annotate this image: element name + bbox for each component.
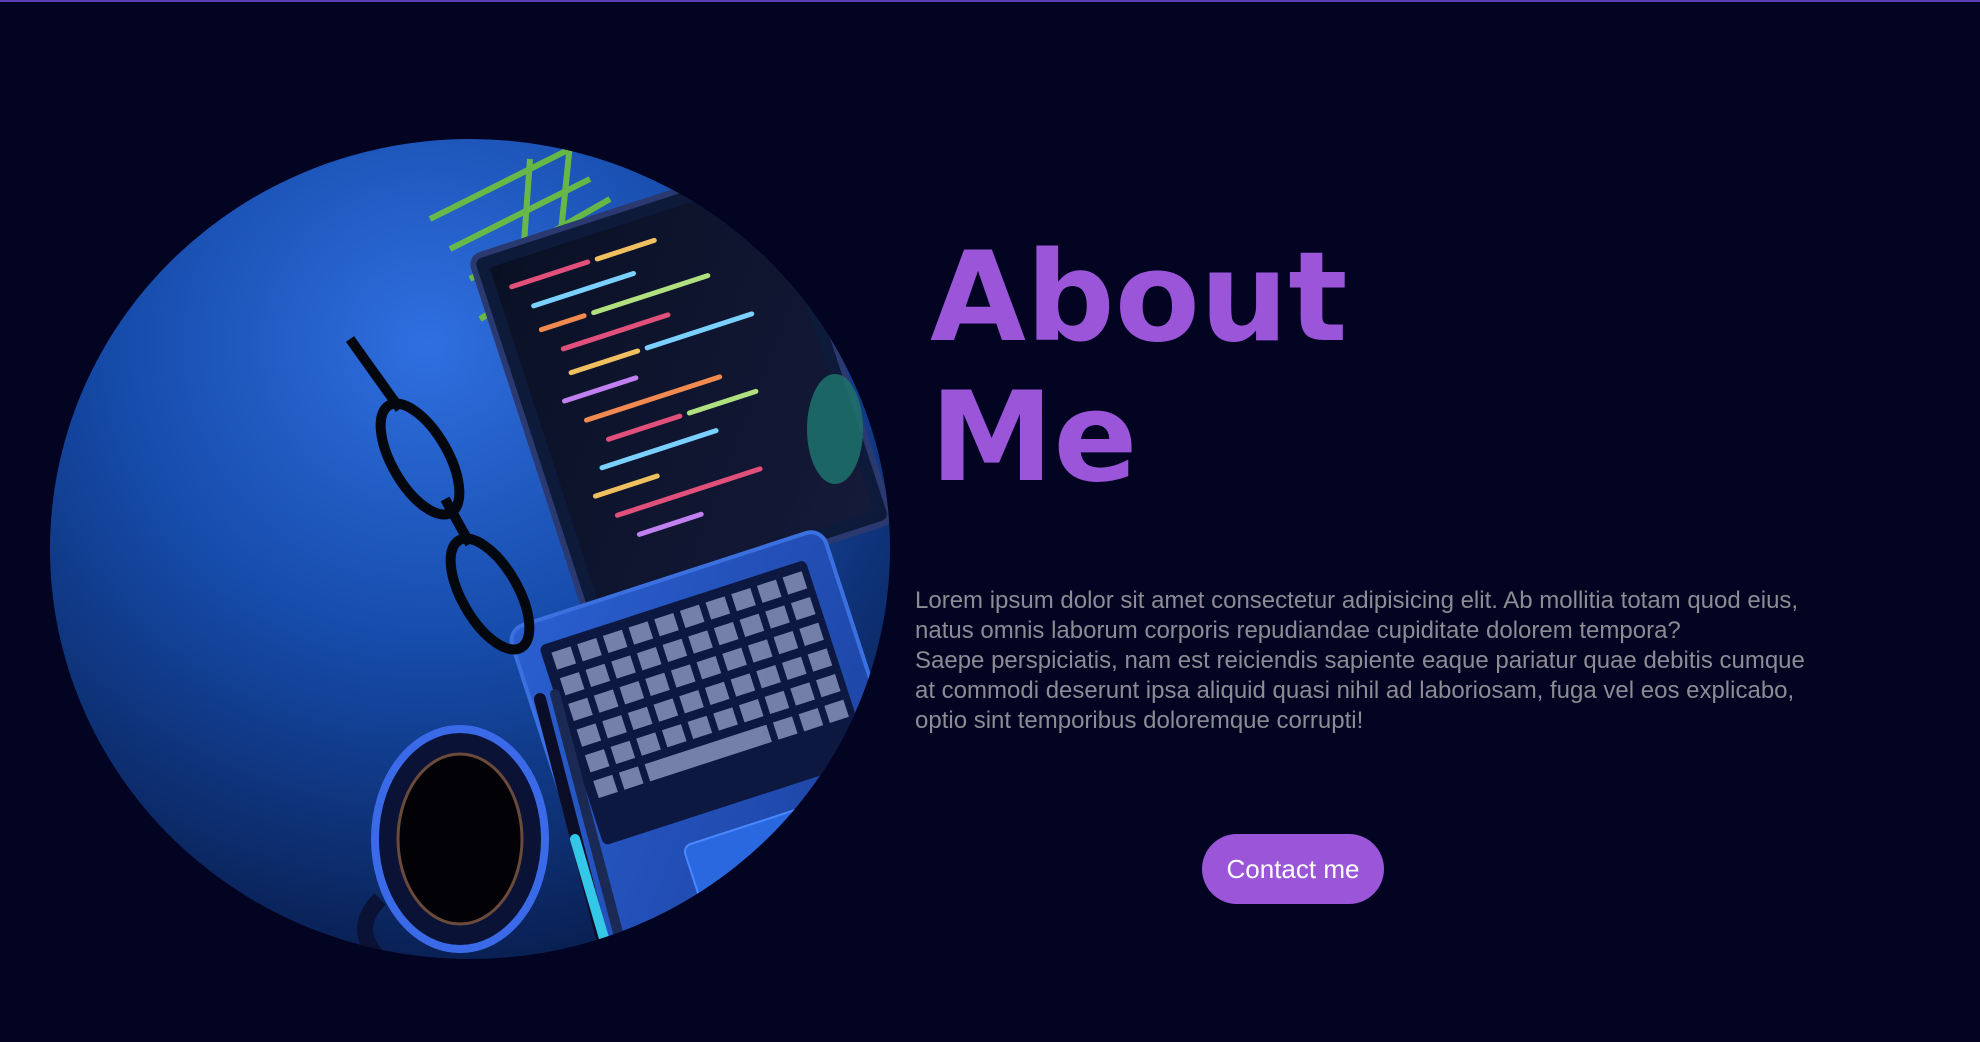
paragraph-line: at commodi deserunt ipsa aliquid quasi n… xyxy=(915,677,1795,704)
about-paragraph: Lorem ipsum dolor sit amet consectetur a… xyxy=(915,586,1875,736)
about-heading: About Me xyxy=(930,228,1347,508)
about-heading-line1: About xyxy=(930,226,1348,370)
top-border xyxy=(0,0,1980,2)
paragraph-line: Saepe perspiciatis, nam est reiciendis s… xyxy=(915,647,1805,674)
contact-me-button[interactable]: Contact me xyxy=(1202,834,1384,904)
about-heading-line2: Me xyxy=(930,366,1138,510)
paragraph-line: Lorem ipsum dolor sit amet consectetur a… xyxy=(915,587,1799,614)
about-hero-image xyxy=(50,139,890,959)
paragraph-line: optio sint temporibus doloremque corrupt… xyxy=(915,707,1364,734)
paragraph-line: natus omnis laborum corporis repudiandae… xyxy=(915,617,1681,644)
about-page: About Me Lorem ipsum dolor sit amet cons… xyxy=(0,0,1980,1042)
